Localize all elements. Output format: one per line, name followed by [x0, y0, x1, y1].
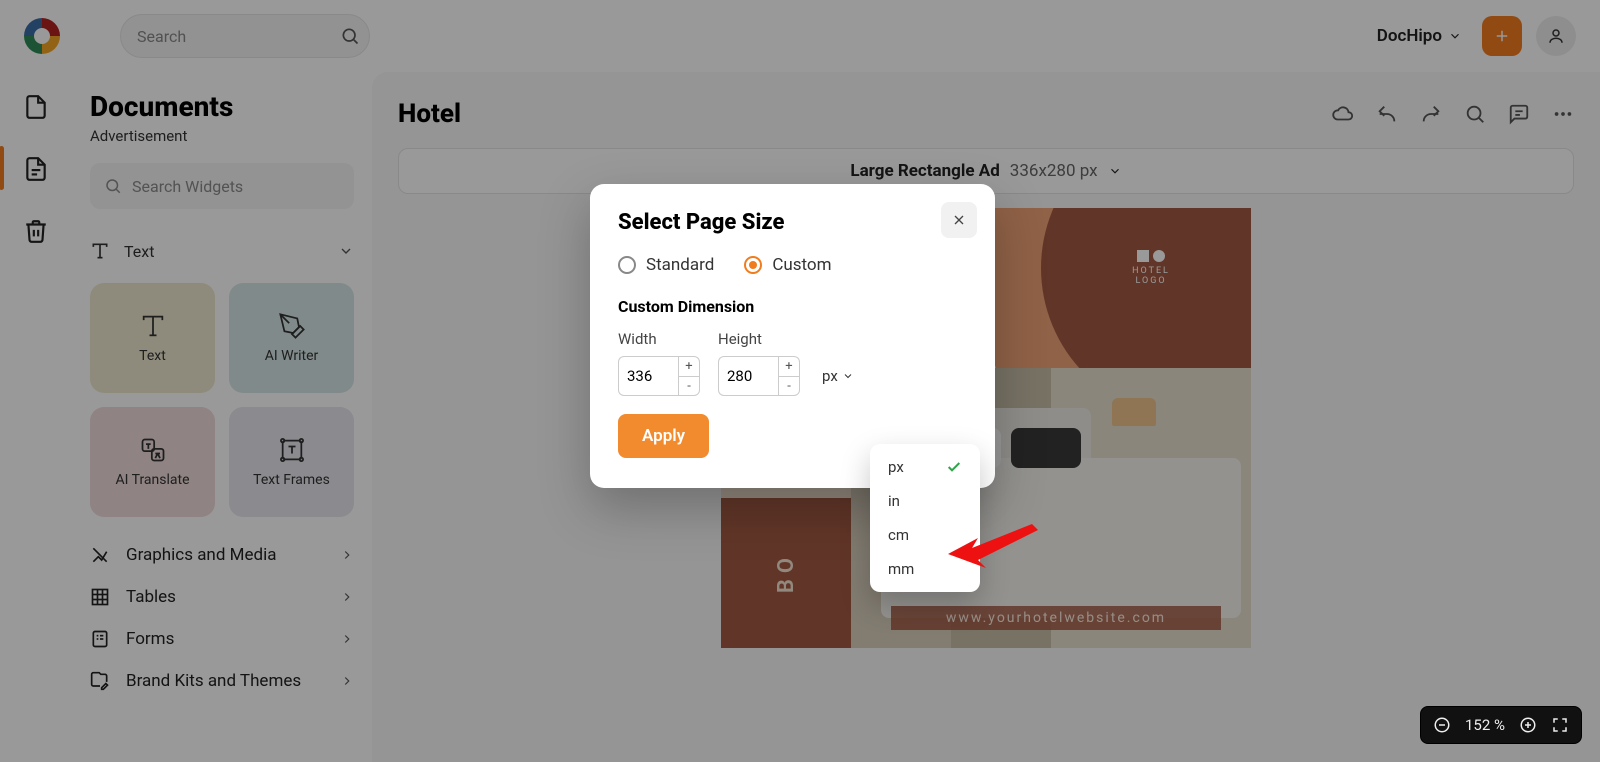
close-icon: [951, 212, 967, 228]
width-label: Width: [618, 330, 700, 348]
unit-label: px: [822, 367, 838, 385]
width-increment[interactable]: +: [678, 356, 700, 376]
width-stepper[interactable]: + -: [618, 356, 700, 396]
apply-button[interactable]: Apply: [618, 414, 709, 458]
unit-option-in[interactable]: in: [870, 484, 980, 518]
unit-option-label: px: [888, 458, 904, 476]
custom-dimension-title: Custom Dimension: [618, 297, 967, 316]
height-input[interactable]: [718, 356, 778, 396]
modal-title: Select Page Size: [618, 210, 967, 235]
check-icon: [946, 459, 962, 475]
width-decrement[interactable]: -: [678, 376, 700, 396]
unit-option-mm[interactable]: mm: [870, 552, 980, 586]
fullscreen-button[interactable]: [1551, 716, 1569, 734]
radio-standard-label: Standard: [646, 255, 714, 275]
width-input[interactable]: [618, 356, 678, 396]
radio-custom-label: Custom: [772, 255, 831, 275]
radio-standard[interactable]: Standard: [618, 255, 714, 275]
unit-option-label: cm: [888, 526, 909, 544]
unit-select[interactable]: px: [818, 356, 858, 396]
zoom-out-button[interactable]: [1433, 716, 1451, 734]
zoom-in-button[interactable]: [1519, 716, 1537, 734]
unit-option-px[interactable]: px: [870, 450, 980, 484]
zoom-toolbar: 152 %: [1420, 706, 1582, 744]
radio-icon: [618, 256, 636, 274]
unit-option-label: mm: [888, 560, 914, 578]
height-label: Height: [718, 330, 800, 348]
radio-icon: [744, 256, 762, 274]
zoom-value[interactable]: 152 %: [1465, 716, 1505, 734]
unit-dropdown: px in cm mm: [870, 444, 980, 592]
radio-custom[interactable]: Custom: [744, 255, 831, 275]
close-modal-button[interactable]: [941, 202, 977, 238]
unit-option-label: in: [888, 492, 900, 510]
height-decrement[interactable]: -: [778, 376, 800, 396]
height-increment[interactable]: +: [778, 356, 800, 376]
unit-option-cm[interactable]: cm: [870, 518, 980, 552]
page-size-modal: Select Page Size Standard Custom Custom …: [590, 184, 995, 488]
height-stepper[interactable]: + -: [718, 356, 800, 396]
chevron-down-icon: [842, 370, 854, 382]
